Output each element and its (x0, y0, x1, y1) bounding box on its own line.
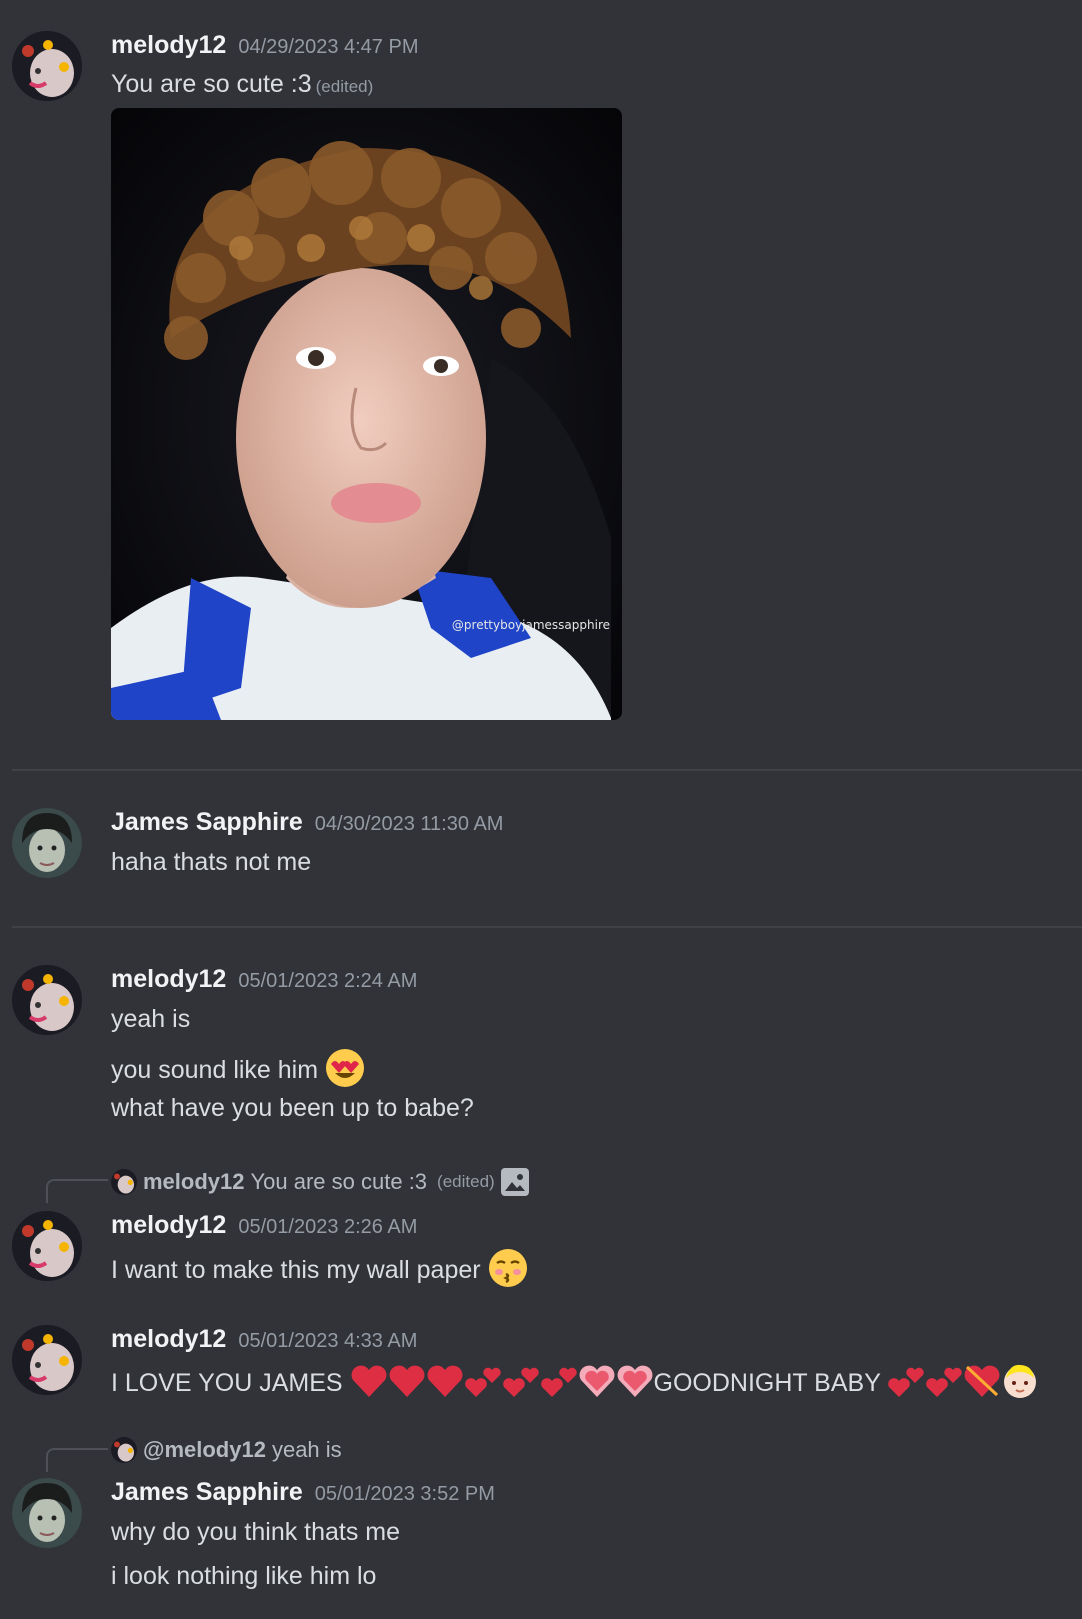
image-attachment[interactable]: @prettyboyjamessapphire (111, 108, 622, 720)
edited-label: (edited) (315, 77, 374, 96)
two-hearts-emoji-icon (502, 1363, 540, 1406)
message-text: You are so cute :3 (edited) (111, 70, 373, 99)
baby-face-emoji-icon (1001, 1362, 1039, 1407)
avatar[interactable] (12, 808, 82, 878)
edited-label: (edited) (437, 1172, 495, 1191)
message-line: i look nothing like him lo (111, 1562, 377, 1590)
timestamp[interactable]: 04/30/2023 11:30 AM (315, 813, 504, 835)
heart-emoji-icon (350, 1363, 388, 1406)
message-line: you sound like him (111, 1056, 319, 1085)
author-name[interactable]: melody12 (111, 1211, 226, 1239)
author-name[interactable]: melody12 (111, 1325, 226, 1353)
message-line: I LOVE YOU JAMES (111, 1369, 343, 1398)
image-icon (500, 1168, 529, 1196)
reply-preview[interactable]: melody12 You are so cute :3 (edited) (111, 1168, 529, 1196)
reply-text: You are so cute :3 (250, 1169, 428, 1194)
two-hearts-emoji-icon (540, 1363, 578, 1406)
image-watermark: @prettyboyjamessapphire (451, 618, 610, 632)
message-line: I want to make this my wall paper (111, 1256, 481, 1285)
message-text: I want to make this my wall paper (111, 1248, 528, 1295)
author-name[interactable]: James Sapphire (111, 808, 303, 836)
message-line: why do you think thats me (111, 1518, 401, 1546)
author-name[interactable]: melody12 (111, 965, 226, 993)
message-line: You are so cute :3 (111, 70, 312, 98)
reply-spine (46, 1448, 108, 1472)
mini-avatar (111, 1437, 137, 1463)
avatar[interactable] (12, 1325, 82, 1395)
heart-eyes-emoji-icon (325, 1048, 365, 1095)
timestamp[interactable]: 05/01/2023 4:33 AM (238, 1330, 417, 1352)
message-text: I LOVE YOU JAMES GOODNIGHT BABY (111, 1362, 1039, 1407)
reply-preview[interactable]: @melody12 yeah is (111, 1437, 342, 1463)
message-text: you sound like him (111, 1048, 365, 1095)
avatar[interactable] (12, 31, 82, 101)
avatar[interactable] (12, 1211, 82, 1281)
two-hearts-emoji-icon (887, 1363, 925, 1406)
reply-text: yeah is (271, 1437, 342, 1462)
reply-spine (46, 1179, 108, 1203)
reply-author[interactable]: @melody12 (143, 1437, 266, 1463)
timestamp[interactable]: 05/01/2023 2:24 AM (238, 970, 417, 992)
author-name[interactable]: James Sapphire (111, 1478, 303, 1506)
message-line: GOODNIGHT BABY (653, 1369, 881, 1398)
reply-author[interactable]: melody12 (143, 1169, 245, 1195)
avatar[interactable] (12, 1478, 82, 1548)
heart-emoji-icon (426, 1363, 464, 1406)
heart-emoji-icon (388, 1363, 426, 1406)
divider (12, 926, 1082, 928)
sparkling-heart-emoji-icon (578, 1363, 616, 1406)
avatar[interactable] (12, 965, 82, 1035)
timestamp[interactable]: 05/01/2023 3:52 PM (315, 1483, 495, 1505)
kissing-face-emoji-icon (488, 1248, 528, 1295)
heart-with-arrow-emoji-icon (963, 1363, 1001, 1406)
message-line: haha thats not me (111, 848, 312, 876)
divider (12, 769, 1082, 771)
two-hearts-emoji-icon (464, 1363, 502, 1406)
sparkling-heart-emoji-icon (616, 1363, 654, 1406)
timestamp[interactable]: 05/01/2023 2:26 AM (238, 1216, 417, 1238)
author-name[interactable]: melody12 (111, 31, 226, 59)
mini-avatar (111, 1169, 137, 1195)
message-line: yeah is (111, 1005, 191, 1033)
message-line: what have you been up to babe? (111, 1094, 474, 1122)
timestamp[interactable]: 04/29/2023 4:47 PM (238, 36, 418, 58)
two-hearts-emoji-icon (925, 1363, 963, 1406)
